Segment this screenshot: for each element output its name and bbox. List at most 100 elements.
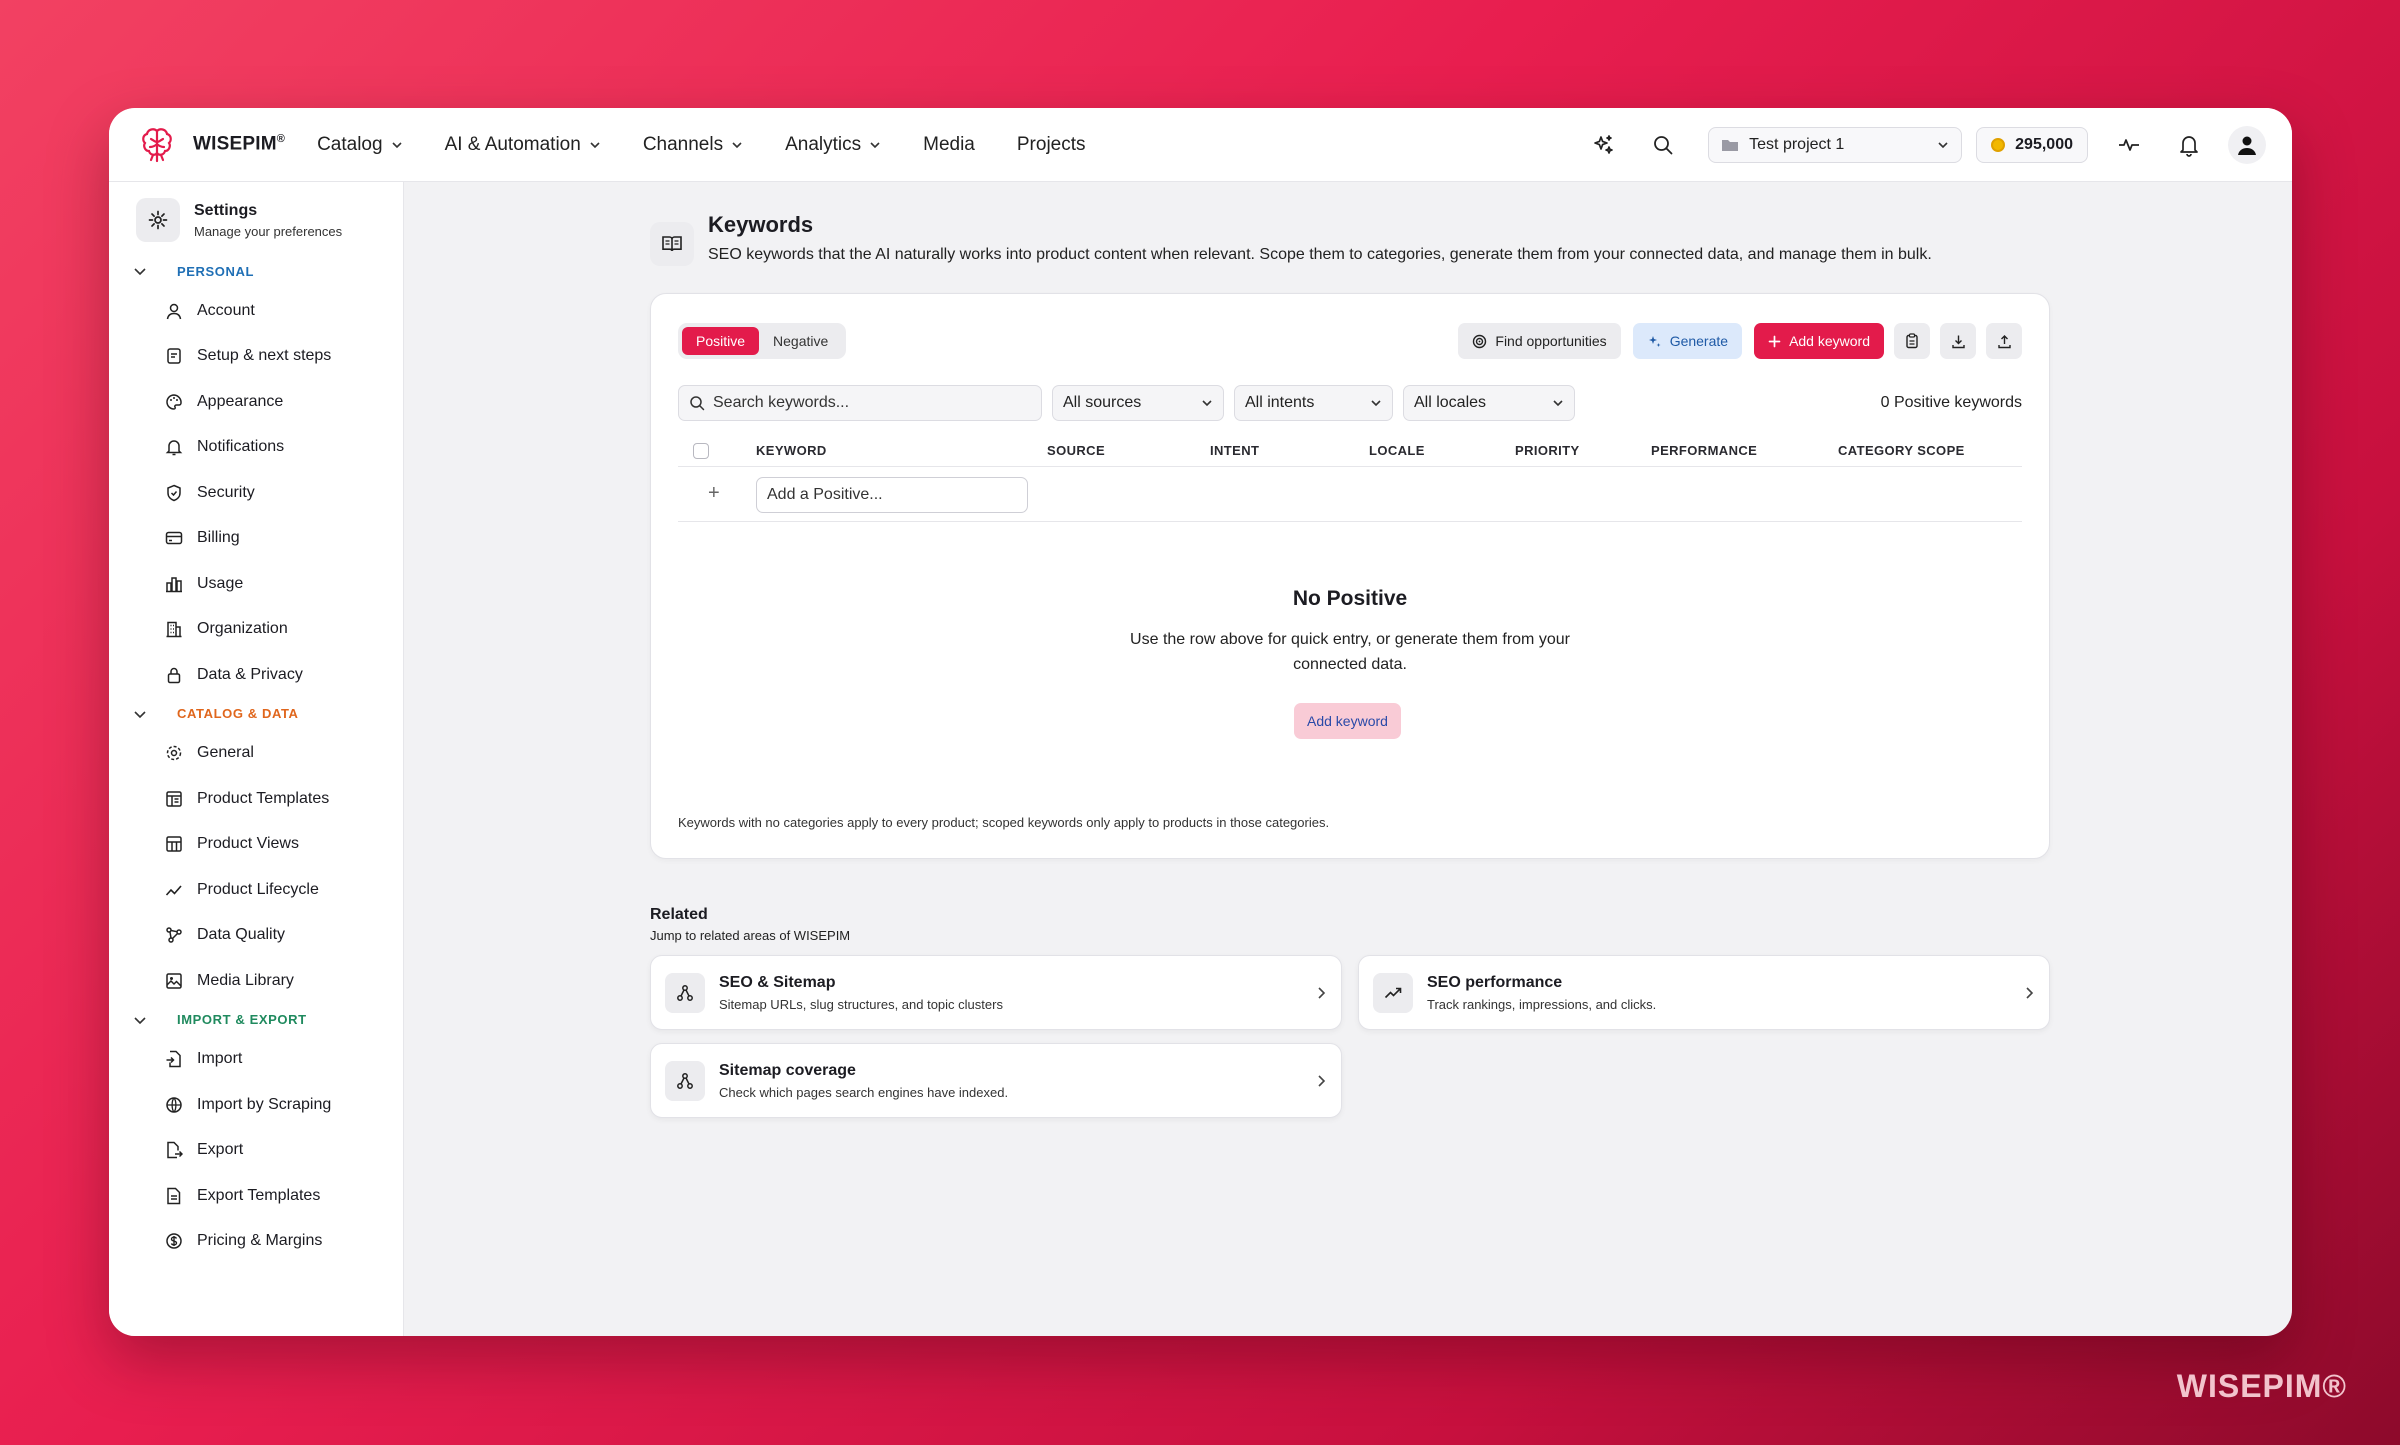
sidebar-item-general[interactable]: General — [165, 731, 403, 777]
sidebar-item-product-views[interactable]: Product Views — [165, 822, 403, 868]
settings-header: Settings Manage your preferences — [136, 198, 403, 242]
generate-button[interactable]: Generate — [1632, 323, 1743, 359]
empty-line-2: connected data. — [1293, 656, 1407, 673]
section-personal[interactable]: PERSONAL — [133, 258, 403, 284]
sidebar-item-label: Pricing & Margins — [197, 1232, 323, 1250]
sidebar-item-label: Setup & next steps — [197, 347, 332, 365]
settings-subtitle: Manage your preferences — [194, 223, 343, 239]
book-open-icon — [650, 222, 694, 266]
sidebar-item-billing[interactable]: Billing — [165, 516, 403, 562]
sidebar-item-security[interactable]: Security — [165, 470, 403, 516]
chevron-down-icon — [590, 141, 600, 148]
search-icon — [1654, 135, 1673, 154]
sidebar-item-export[interactable]: Export — [165, 1128, 403, 1174]
brain-logo-icon — [142, 127, 172, 162]
sidebar-item-export-templates[interactable]: Export Templates — [165, 1173, 403, 1219]
column-intent[interactable]: INTENT — [1210, 443, 1259, 458]
credits-balance[interactable]: 295,000 — [1976, 126, 2088, 163]
nodes-icon — [166, 927, 182, 943]
related-card-seo-performance[interactable]: SEO performance Track rankings, impressi… — [1358, 955, 2050, 1030]
sidebar-item-media-library[interactable]: Media Library — [165, 958, 403, 1004]
sidebar-item-label: Usage — [197, 574, 244, 592]
input-placeholder: Add a Positive... — [767, 486, 883, 503]
related-card-title: Sitemap coverage — [719, 1061, 856, 1079]
sidebar-item-import[interactable]: Import — [165, 1037, 403, 1083]
sidebar-item-product-templates[interactable]: Product Templates — [165, 776, 403, 822]
chevron-down-icon — [1553, 400, 1563, 407]
related-card-subtitle: Track rankings, impressions, and clicks. — [1427, 996, 1657, 1012]
column-priority[interactable]: PRIORITY — [1515, 443, 1580, 458]
sidebar-item-data-quality[interactable]: Data Quality — [165, 913, 403, 959]
upload-button[interactable] — [1986, 323, 2022, 359]
building-icon — [166, 622, 182, 638]
sidebar-item-pricing-margins[interactable]: Pricing & Margins — [165, 1219, 403, 1265]
search-input[interactable]: Search keywords... — [678, 385, 1042, 421]
bell-icon — [2180, 135, 2198, 157]
related-card-title: SEO & Sitemap — [719, 973, 836, 991]
clipboard-button[interactable] — [1894, 323, 1930, 359]
nav-media[interactable]: Media — [923, 134, 975, 156]
sidebar-item-import-scraping[interactable]: Import by Scraping — [165, 1082, 403, 1128]
sidebar-item-label: Export — [197, 1141, 244, 1159]
credit-card-icon — [165, 532, 183, 545]
sidebar-item-data-privacy[interactable]: Data & Privacy — [165, 652, 403, 698]
related-card-sitemap-coverage[interactable]: Sitemap coverage Check which pages searc… — [650, 1043, 1342, 1118]
quick-add-row: + Add a Positive... — [678, 467, 2022, 522]
user-avatar[interactable] — [2228, 125, 2266, 164]
tab-positive[interactable]: Positive — [682, 327, 760, 355]
sidebar-item-product-lifecycle[interactable]: Product Lifecycle — [165, 867, 403, 913]
download-icon — [1951, 335, 1965, 348]
section-label: PERSONAL — [177, 263, 255, 279]
notifications-button[interactable] — [2170, 126, 2208, 164]
plus-icon — [1768, 335, 1781, 347]
nav-projects[interactable]: Projects — [1017, 134, 1086, 156]
nav-channels[interactable]: Channels — [643, 134, 743, 156]
add-keyword-input[interactable]: Add a Positive... — [756, 477, 1028, 513]
project-selector[interactable]: Test project 1 — [1708, 126, 1963, 163]
sources-select[interactable]: All sources — [1052, 385, 1224, 421]
nav-analytics[interactable]: Analytics — [785, 134, 881, 156]
search-button[interactable] — [1644, 126, 1682, 164]
sidebar-item-label: Data & Privacy — [197, 665, 303, 683]
search-icon — [690, 396, 705, 411]
sidebar-item-setup[interactable]: Setup & next steps — [165, 334, 403, 380]
chevron-down-icon — [1202, 400, 1212, 407]
tab-negative[interactable]: Negative — [759, 327, 842, 355]
section-catalog-data[interactable]: CATALOG & DATA — [133, 701, 403, 727]
watermark-logo: WISEPIM® — [2176, 1368, 2347, 1404]
related-card-seo-sitemap[interactable]: SEO & Sitemap Sitemap URLs, slug structu… — [650, 955, 1342, 1030]
section-label: IMPORT & EXPORT — [177, 1012, 307, 1027]
sidebar-item-usage[interactable]: Usage — [165, 561, 403, 607]
page-header: Keywords SEO keywords that the AI natura… — [650, 212, 1932, 266]
column-category-scope[interactable]: CATEGORY SCOPE — [1838, 443, 1965, 458]
column-keyword[interactable]: KEYWORD — [756, 443, 827, 458]
sidebar-item-appearance[interactable]: Appearance — [165, 379, 403, 425]
empty-line-1: Use the row above for quick entry, or ge… — [1130, 631, 1570, 648]
column-locale[interactable]: LOCALE — [1369, 443, 1425, 458]
chevron-down-icon — [870, 141, 880, 148]
locales-select[interactable]: All locales — [1403, 385, 1575, 421]
sidebar-item-notifications[interactable]: Notifications — [165, 425, 403, 471]
palette-icon — [166, 393, 182, 410]
chevron-right-icon — [1318, 986, 1326, 999]
file-text-icon — [167, 1187, 181, 1204]
find-opportunities-button[interactable]: Find opportunities — [1458, 323, 1621, 359]
add-keyword-button[interactable]: Add keyword — [1754, 323, 1884, 359]
download-button[interactable] — [1940, 323, 1976, 359]
brand[interactable]: WISEPIM® — [137, 125, 285, 165]
sidebar-item-organization[interactable]: Organization — [165, 607, 403, 653]
activity-button[interactable] — [2110, 126, 2148, 164]
section-import-export[interactable]: IMPORT & EXPORT — [133, 1007, 403, 1033]
column-source[interactable]: SOURCE — [1047, 443, 1105, 458]
sparkles-icon — [1594, 134, 1614, 154]
ai-sparkle-button[interactable] — [1584, 126, 1622, 164]
select-all-checkbox[interactable] — [693, 443, 709, 459]
sidebar-item-account[interactable]: Account — [165, 288, 403, 334]
intents-select[interactable]: All intents — [1234, 385, 1393, 421]
nav-catalog[interactable]: Catalog — [317, 134, 403, 156]
chevron-down-icon — [134, 268, 146, 276]
empty-state-description: Use the row above for quick entry, or ge… — [651, 627, 2049, 677]
nav-ai-automation[interactable]: AI & Automation — [445, 134, 601, 156]
empty-add-keyword-button[interactable]: Add keyword — [1294, 703, 1401, 739]
column-performance[interactable]: PERFORMANCE — [1651, 443, 1757, 458]
